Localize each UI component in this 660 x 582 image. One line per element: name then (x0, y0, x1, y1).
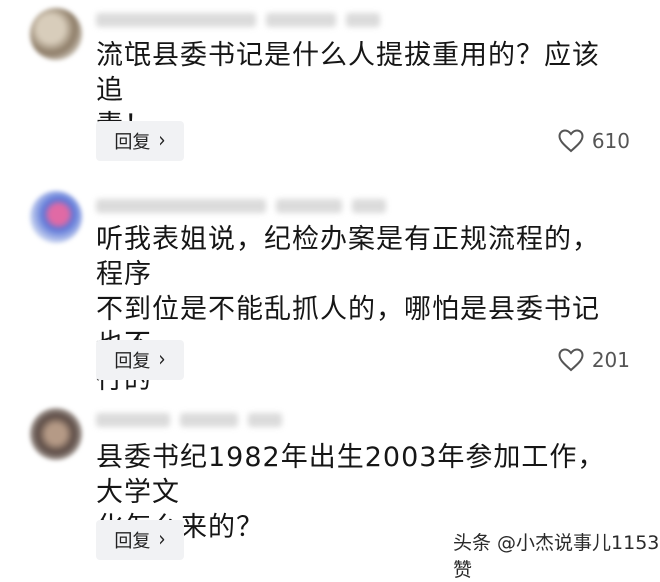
reply-button[interactable]: 回复 › (96, 340, 184, 380)
watermark: 头条 @小杰说事儿1153赞 (453, 532, 660, 581)
reply-label: 回复 (114, 132, 151, 153)
comment-meta-blurred (96, 410, 282, 430)
comment-meta-blurred (96, 196, 386, 216)
avatar[interactable] (30, 191, 82, 243)
like-count: 610 (591, 129, 630, 153)
comment-meta-blurred (96, 10, 380, 30)
reply-button[interactable]: 回复 › (96, 520, 184, 560)
like-count: 201 (591, 348, 630, 372)
avatar[interactable] (30, 8, 82, 60)
heart-icon (558, 129, 584, 153)
reply-label: 回复 (114, 531, 151, 552)
reply-button[interactable]: 回复 › (96, 121, 184, 161)
heart-icon (558, 348, 584, 372)
avatar[interactable] (30, 408, 82, 460)
chevron-right-icon: › (158, 526, 166, 552)
like-button[interactable]: 610 (558, 121, 630, 161)
chevron-right-icon: › (158, 346, 166, 372)
like-button[interactable]: 201 (558, 340, 630, 380)
chevron-right-icon: › (158, 127, 166, 153)
reply-label: 回复 (114, 351, 151, 372)
